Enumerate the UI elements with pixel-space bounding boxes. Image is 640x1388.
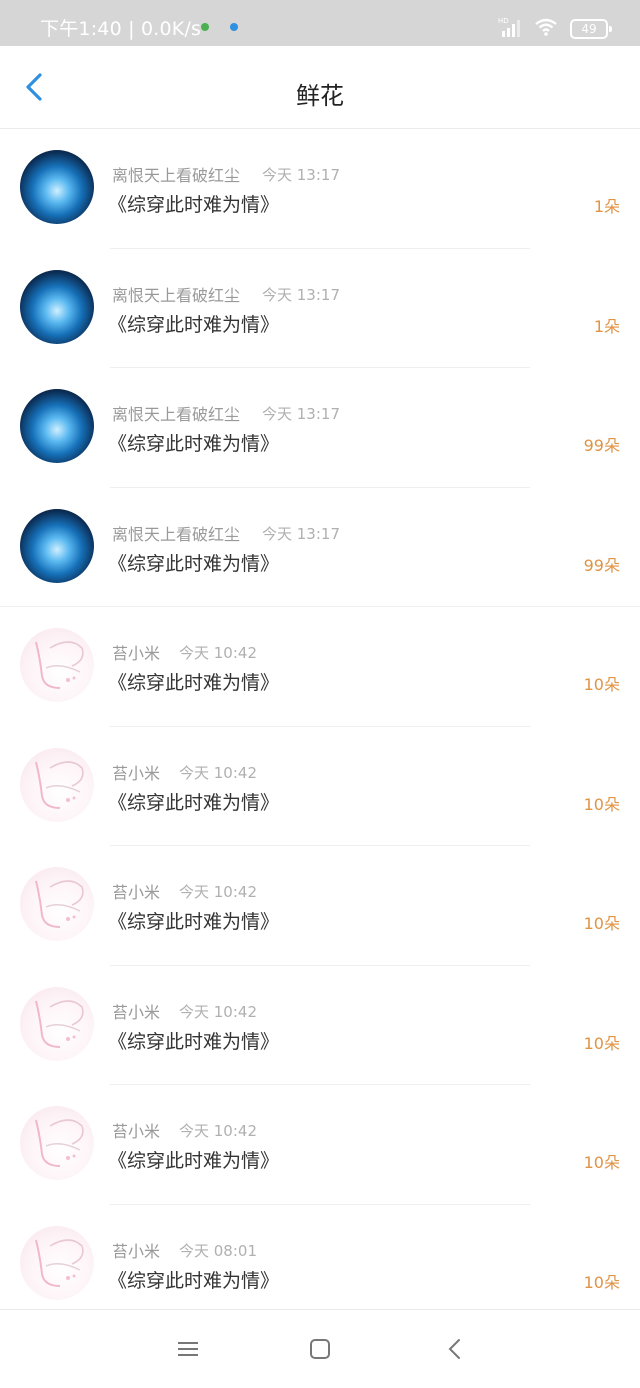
page-title: 鲜花: [296, 82, 344, 110]
list-item[interactable]: 离恨天上看破红尘 今天 13:17 《综穿此时难为情》 1朵: [0, 249, 640, 368]
avatar[interactable]: [20, 389, 94, 463]
avatar[interactable]: [20, 1106, 94, 1180]
flower-count: 10朵: [583, 675, 620, 694]
bunny-sketch-icon: [35, 1119, 84, 1167]
sender-name: 离恨天上看破红尘: [112, 285, 241, 305]
list-item[interactable]: 苔小米 今天 10:42 《综穿此时难为情》 10朵: [0, 607, 640, 727]
menu-icon[interactable]: [173, 1334, 203, 1364]
book-title: 《综穿此时难为情》: [108, 911, 280, 933]
list-item[interactable]: 苔小米 今天 10:42 《综穿此时难为情》 10朵: [0, 966, 640, 1085]
book-title: 《综穿此时难为情》: [108, 1030, 280, 1053]
sender-name: 苔小米: [112, 1002, 161, 1022]
system-nav-bar: [0, 1309, 640, 1388]
list-item[interactable]: 苔小米 今天 10:42 《综穿此时难为情》 10朵: [0, 727, 640, 846]
sender-name: 苔小米: [112, 763, 161, 783]
avatar[interactable]: [20, 150, 94, 224]
book-title: 《综穿此时难为情》: [108, 433, 280, 455]
list-item[interactable]: 苔小米 今天 08:01 《综穿此时难为情》 10朵: [0, 1205, 640, 1325]
timestamp: 今天 10:42: [179, 1002, 257, 1021]
timestamp: 今天 10:42: [179, 883, 257, 901]
sender-name: 离恨天上看破红尘: [112, 166, 241, 185]
status-time-speed: 下午1:40 | 0.0K/s: [40, 18, 202, 40]
timestamp: 今天 10:42: [179, 763, 257, 782]
flower-count: 1朵: [593, 197, 620, 216]
status-bar: 下午1:40 | 0.0K/s HD 49: [0, 0, 640, 46]
flower-count: 99朵: [583, 436, 620, 455]
bunny-sketch-icon: [35, 641, 84, 689]
title-bar: 鲜花: [0, 46, 640, 129]
sender-name: 离恨天上看破红尘: [112, 524, 241, 544]
bunny-sketch-icon: [35, 880, 84, 928]
book-title: 《综穿此时难为情》: [108, 1269, 280, 1292]
sender-name: 苔小米: [112, 1122, 161, 1141]
back-icon[interactable]: [440, 1334, 470, 1364]
timestamp: 今天 08:01: [179, 1241, 257, 1260]
avatar[interactable]: [20, 628, 94, 702]
home-icon[interactable]: [305, 1334, 335, 1364]
avatar[interactable]: [20, 508, 94, 583]
flower-count: 10朵: [583, 1272, 620, 1292]
timestamp: 今天 13:17: [262, 285, 340, 304]
sender-name: 离恨天上看破红尘: [112, 405, 241, 424]
avatar[interactable]: [20, 747, 94, 822]
sender-name: 苔小米: [112, 1241, 161, 1261]
signal-hd-icon: HD: [498, 17, 520, 37]
list-item[interactable]: 离恨天上看破红尘 今天 13:17 《综穿此时难为情》 99朵: [0, 488, 640, 607]
timestamp: 今天 10:42: [179, 644, 257, 662]
list-item[interactable]: 苔小米 今天 10:42 《综穿此时难为情》 10朵: [0, 1085, 640, 1205]
list-item[interactable]: 苔小米 今天 10:42 《综穿此时难为情》 10朵: [0, 846, 640, 966]
book-title: 《综穿此时难为情》: [108, 672, 280, 694]
timestamp: 今天 10:42: [179, 1122, 257, 1140]
sender-name: 苔小米: [112, 883, 161, 902]
flower-count: 10朵: [583, 1033, 620, 1053]
timestamp: 今天 13:17: [262, 524, 340, 543]
flower-list: 离恨天上看破红尘 今天 13:17 《综穿此时难为情》 1朵 离恨天上看破红尘 …: [0, 129, 640, 1324]
list-item[interactable]: 离恨天上看破红尘 今天 13:17 《综穿此时难为情》 1朵: [0, 129, 640, 249]
avatar[interactable]: [20, 867, 94, 941]
avatar[interactable]: [20, 269, 94, 344]
timestamp: 今天 13:17: [262, 405, 340, 423]
book-title: 《综穿此时难为情》: [108, 313, 280, 336]
wifi-icon: [535, 18, 557, 36]
svg-text:HD: HD: [498, 17, 509, 25]
flower-count: 99朵: [583, 555, 620, 575]
book-title: 《综穿此时难为情》: [108, 1150, 280, 1172]
book-title: 《综穿此时难为情》: [108, 194, 280, 216]
bunny-sketch-icon: [35, 760, 84, 809]
notification-dot-blue-icon: [230, 23, 238, 31]
flower-count: 10朵: [583, 1153, 620, 1172]
list-item[interactable]: 离恨天上看破红尘 今天 13:17 《综穿此时难为情》 99朵: [0, 368, 640, 488]
timestamp: 今天 13:17: [262, 166, 340, 184]
flower-count: 10朵: [583, 914, 620, 933]
battery-icon: 49: [570, 19, 612, 39]
bunny-sketch-icon: [35, 1238, 84, 1287]
avatar[interactable]: [20, 1225, 94, 1300]
avatar[interactable]: [20, 986, 94, 1061]
book-title: 《综穿此时难为情》: [108, 791, 280, 814]
flower-count: 1朵: [593, 316, 620, 336]
book-title: 《综穿此时难为情》: [108, 552, 280, 575]
flower-count: 10朵: [583, 794, 620, 814]
notification-dot-green-icon: [201, 23, 209, 31]
bunny-sketch-icon: [35, 999, 84, 1048]
sender-name: 苔小米: [112, 644, 161, 663]
